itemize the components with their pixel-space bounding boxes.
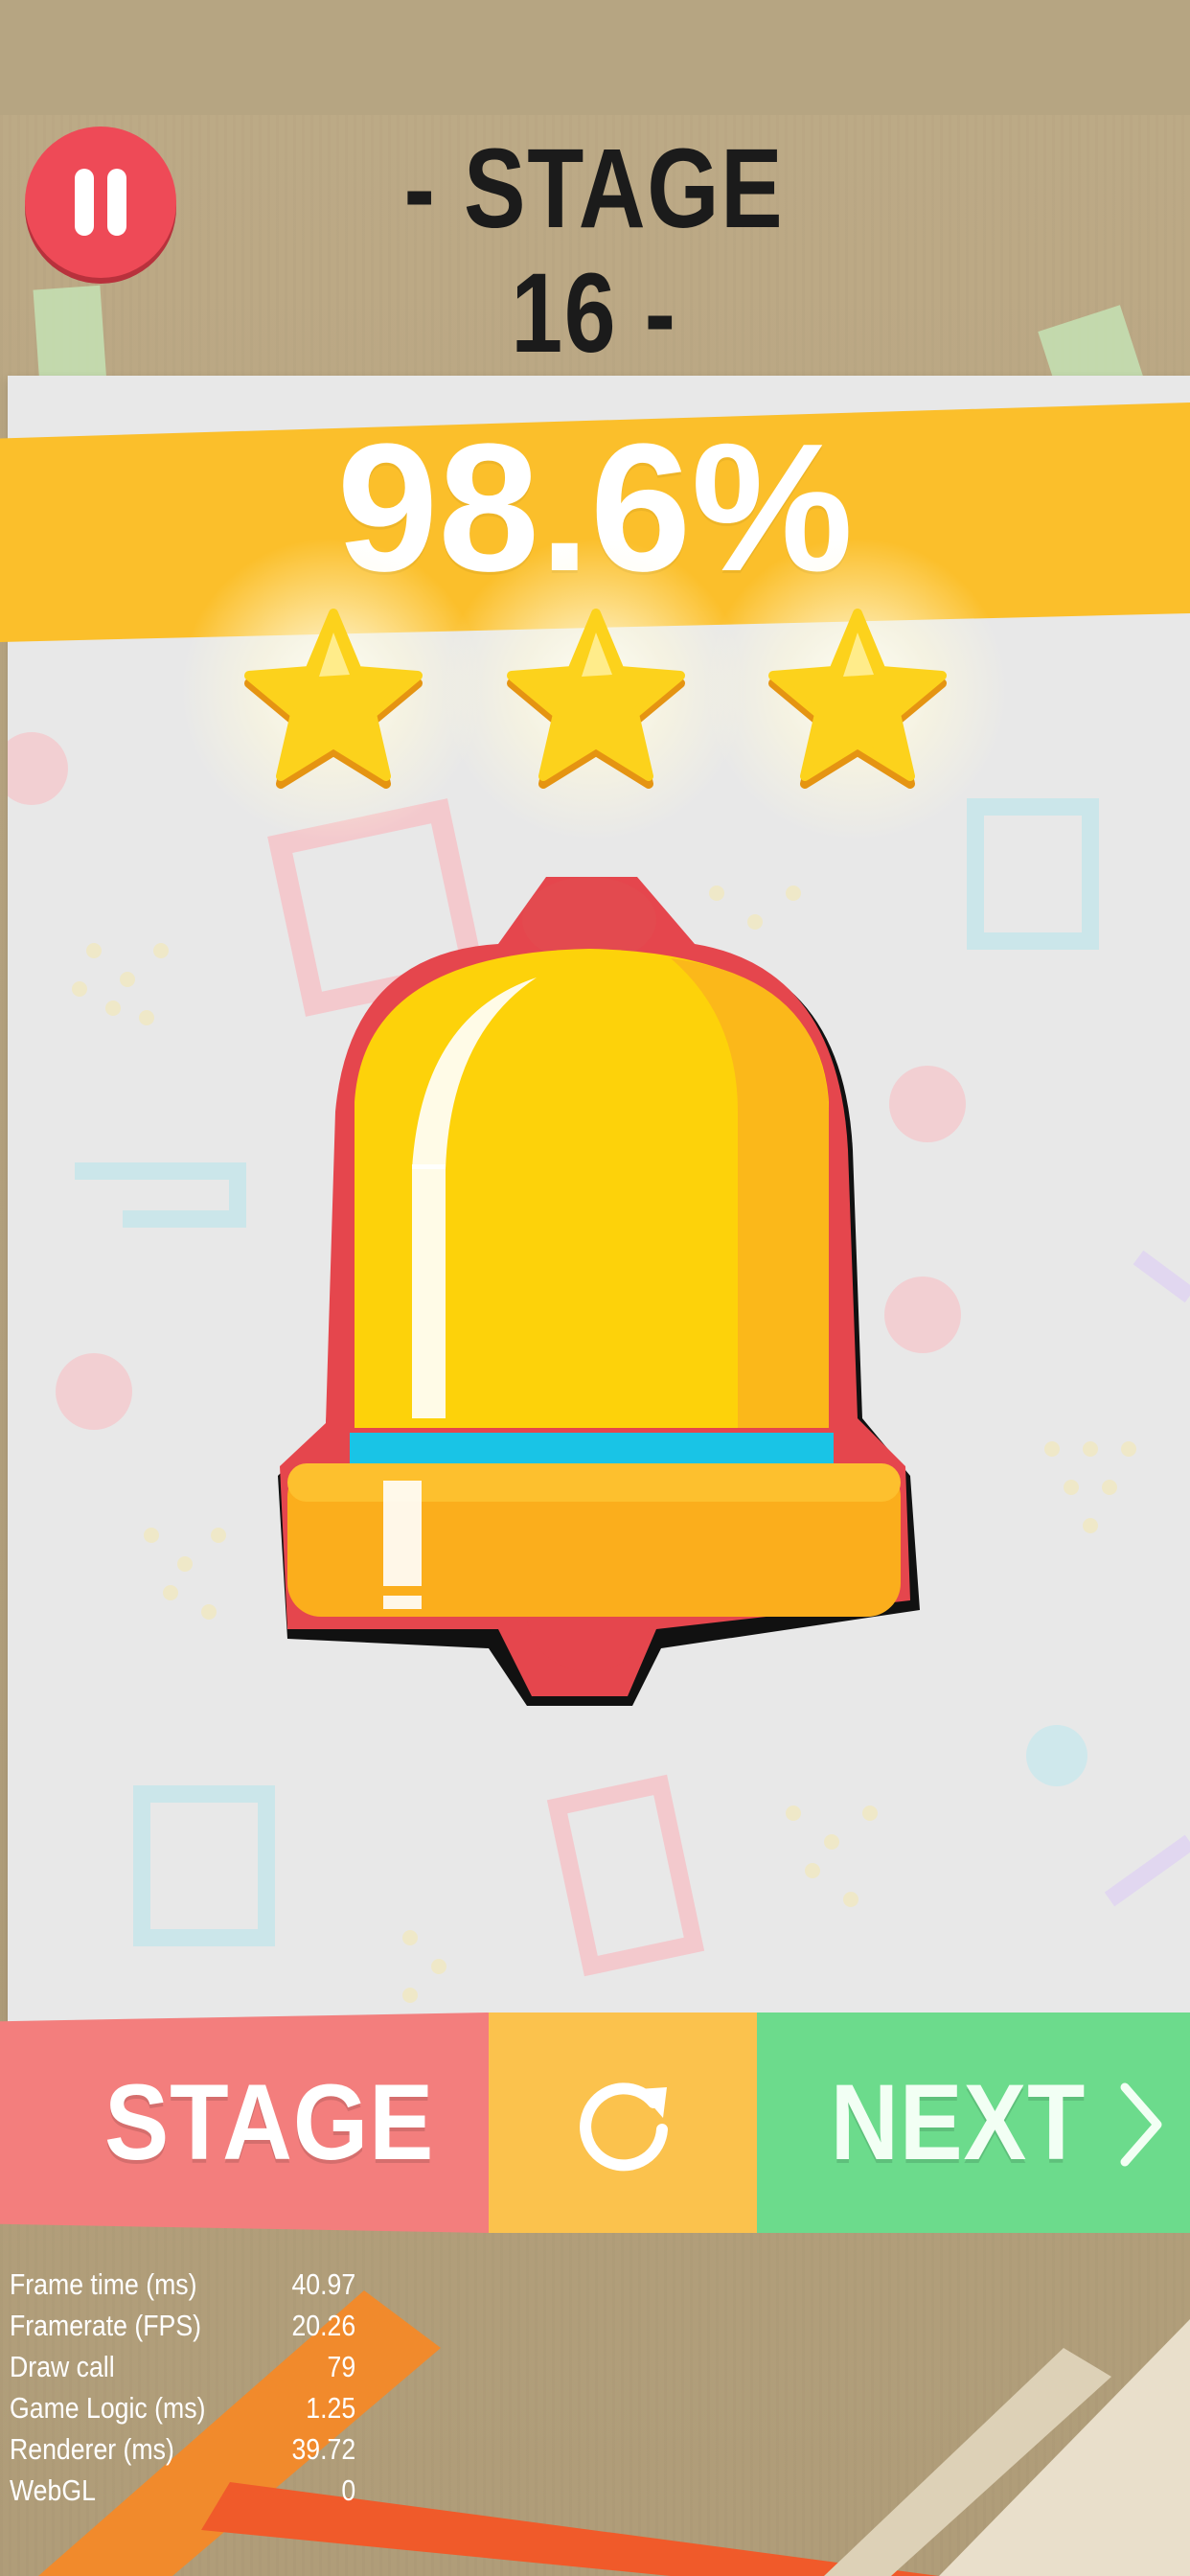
chevron-right-icon xyxy=(1120,2082,1162,2167)
star-icon xyxy=(768,609,947,789)
top-strip xyxy=(0,0,1190,115)
stat-value: 40.97 xyxy=(291,2267,356,2301)
stat-row: Game Logic (ms) 1.25 xyxy=(10,2387,355,2428)
next-button-label: NEXT xyxy=(830,2062,1087,2182)
stat-label: Draw call xyxy=(10,2350,115,2383)
stage-button-label: STAGE xyxy=(104,2062,435,2182)
stat-row: Frame time (ms) 40.97 xyxy=(10,2264,355,2305)
stat-value: 39.72 xyxy=(291,2432,356,2466)
next-button[interactable]: NEXT xyxy=(757,2012,1190,2233)
restart-button[interactable] xyxy=(489,2012,757,2233)
stat-row: Framerate (FPS) 20.26 xyxy=(10,2305,355,2346)
stat-row: WebGL 0 xyxy=(10,2470,355,2511)
stat-value: 0 xyxy=(341,2473,356,2507)
stat-value: 79 xyxy=(327,2350,356,2383)
star-icon xyxy=(507,609,685,789)
stat-label: Renderer (ms) xyxy=(10,2432,174,2466)
stage-title: - STAGE 16 - xyxy=(403,126,785,377)
stat-label: Game Logic (ms) xyxy=(10,2391,206,2425)
stat-row: Renderer (ms) 39.72 xyxy=(10,2428,355,2470)
restart-icon xyxy=(580,2082,668,2172)
bell-icon xyxy=(278,877,920,1706)
stat-value: 20.26 xyxy=(291,2309,356,2342)
star-icon xyxy=(244,609,423,789)
stat-row: Draw call 79 xyxy=(10,2346,355,2387)
debug-stats-panel: Frame time (ms) 40.97 Framerate (FPS) 20.2… xyxy=(10,2264,355,2511)
stat-value: 1.25 xyxy=(306,2391,356,2425)
pause-button[interactable] xyxy=(25,126,176,278)
stat-label: WebGL xyxy=(10,2473,96,2507)
stage-select-button[interactable]: STAGE xyxy=(0,2012,491,2233)
stat-label: Framerate (FPS) xyxy=(10,2309,201,2342)
stat-label: Frame time (ms) xyxy=(10,2267,197,2301)
